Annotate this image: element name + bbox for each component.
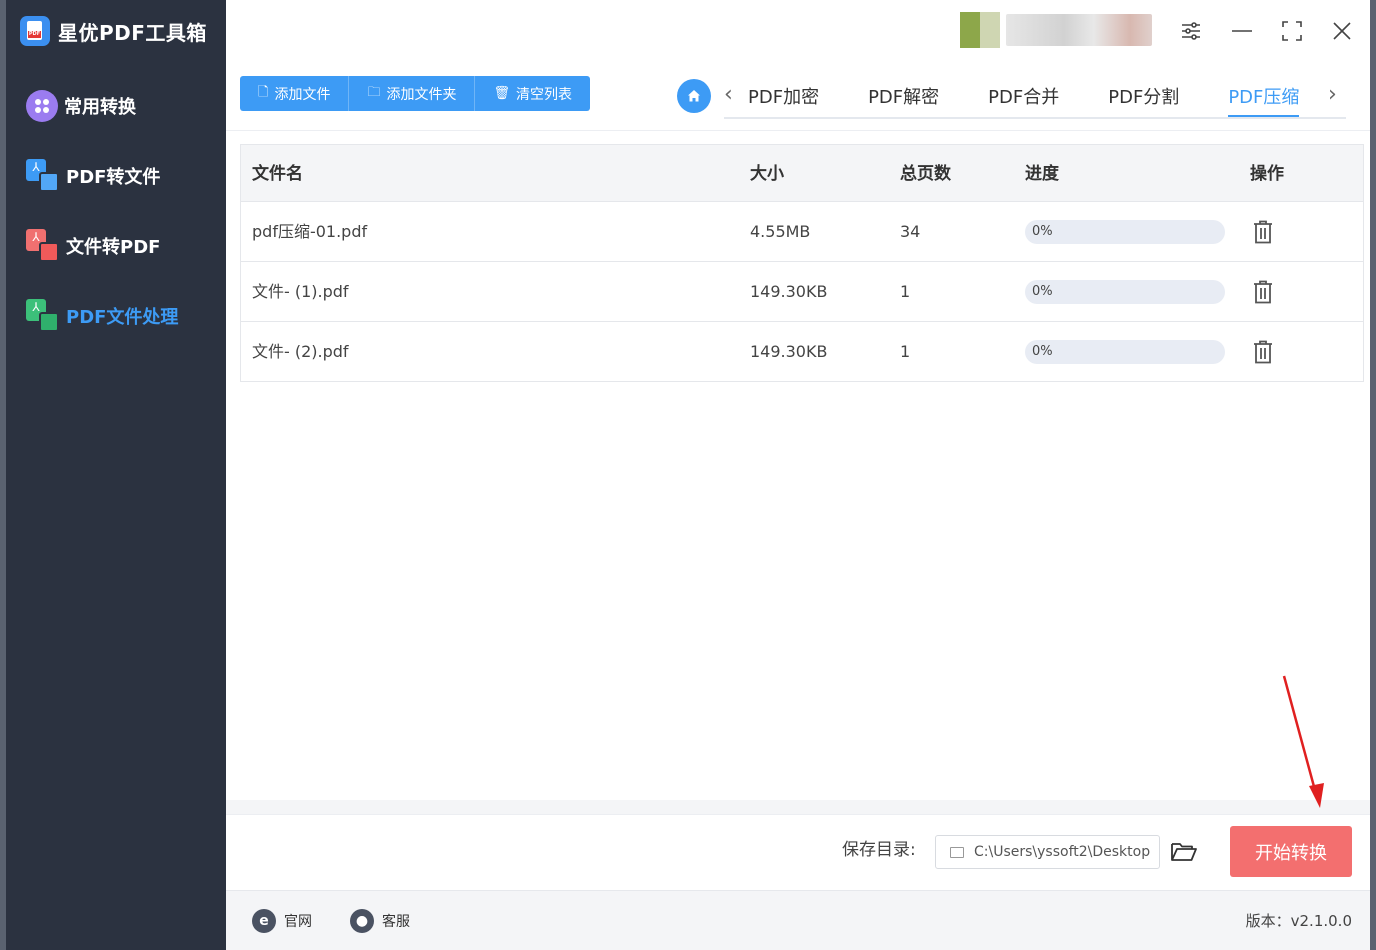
save-bar: 保存目录: C:\Users\yssoft2\Desktop 开始转换 [226,814,1370,890]
ie-browser-icon: e [252,909,276,933]
pdf-process-icon [26,299,60,333]
delete-icon[interactable] [1251,219,1275,245]
file-pages: 34 [900,222,921,241]
version-text: 版本：v2.1.0.0 [1245,912,1352,930]
delete-icon[interactable] [1251,339,1275,365]
tab-pdf-split[interactable]: PDF分割 [1108,80,1179,118]
table-row[interactable]: 文件- (1).pdf 149.30KB 1 0% [240,262,1364,322]
file-pages: 1 [900,342,911,361]
chevron-left-icon[interactable]: ‹ [724,82,733,107]
table-row[interactable]: 文件- (2).pdf 149.30KB 1 0% [240,322,1364,382]
tab-pdf-merge[interactable]: PDF合并 [988,80,1059,118]
close-icon[interactable] [1327,16,1357,46]
add-file-button[interactable]: 🗋 添加文件 [240,76,350,111]
progress-bar: 0% [1025,220,1225,244]
header-filename: 文件名 [252,164,303,184]
tab-pdf-compress[interactable]: PDF压缩 [1228,80,1300,118]
add-file-label: 添加文件 [274,86,331,103]
chevron-right-icon[interactable]: › [1328,82,1337,107]
brand: 星优PDF工具箱 [20,14,207,48]
pdf-to-file-icon [26,159,60,193]
header-pages: 总页数 [900,164,951,184]
username-blurred[interactable] [1006,14,1152,46]
add-folder-button[interactable]: 🗀 添加文件夹 [349,76,476,111]
sidebar-item-pdf-process[interactable]: PDF文件处理 [26,296,178,336]
save-path-input[interactable]: C:\Users\yssoft2\Desktop [935,835,1160,869]
sidebar-item-pdf-to-file[interactable]: PDF转文件 [26,156,160,196]
file-name: 文件- (1).pdf [252,282,349,301]
avatar[interactable] [960,12,1000,48]
save-path-text: C:\Users\yssoft2\Desktop [974,844,1151,860]
delete-icon[interactable] [1251,279,1275,305]
sidebar-item-common-convert[interactable]: 常用转换 [26,86,136,126]
file-name: 文件- (2).pdf [252,342,349,361]
save-dir-label: 保存目录: [842,840,916,860]
app-title: 星优PDF工具箱 [58,20,207,45]
website-label: 官网 [284,914,312,930]
file-toolbar: 🗋 添加文件 🗀 添加文件夹 🗑 清空列表 [240,76,590,111]
home-icon [688,90,700,102]
progress-bar: 0% [1025,340,1225,364]
home-button[interactable] [677,79,711,113]
file-table: 文件名 大小 总页数 进度 操作 pdf压缩-01.pdf 4.55MB 34 … [240,144,1364,800]
header-action: 操作 [1250,164,1284,184]
open-folder-icon[interactable] [1170,837,1198,865]
settings-sliders-icon[interactable] [1176,16,1206,46]
trash-icon: 🗑 [493,86,510,101]
grid-icon [26,90,58,122]
file-size: 149.30KB [750,342,828,361]
sidebar-item-label: PDF转文件 [66,167,161,188]
progress-text: 0% [1032,284,1053,299]
footer: e 官网 ● 客服 版本：v2.1.0.0 [226,890,1370,950]
progress-bar: 0% [1025,280,1225,304]
header-progress: 进度 [1025,164,1059,184]
folder-icon: 🗀 [367,84,381,100]
sidebar-item-label: PDF文件处理 [66,307,179,328]
start-convert-button[interactable]: 开始转换 [1230,826,1352,877]
divider [226,130,1370,131]
clear-list-button[interactable]: 🗑 清空列表 [475,76,590,111]
sidebar-item-label: 常用转换 [64,97,136,118]
sidebar: 星优PDF工具箱 常用转换 PDF转文件 文件转PDF [6,0,226,950]
separator-band [226,800,1370,814]
file-size: 4.55MB [750,222,811,241]
sidebar-item-label: 文件转PDF [66,237,161,258]
tab-pdf-decrypt[interactable]: PDF解密 [868,80,939,118]
file-icon: 🗋 [258,84,269,100]
app-logo-icon [20,16,50,46]
file-to-pdf-icon [26,229,60,263]
chat-bubble-icon: ● [350,909,374,933]
header-size: 大小 [750,164,784,184]
folder-small-icon [950,846,964,858]
sidebar-item-file-to-pdf[interactable]: 文件转PDF [26,226,160,266]
file-size: 149.30KB [750,282,828,301]
progress-text: 0% [1032,344,1053,359]
progress-text: 0% [1032,224,1053,239]
maximize-icon[interactable] [1277,16,1307,46]
tabs-underline [724,117,1346,119]
tab-pdf-encrypt[interactable]: PDF加密 [748,80,819,118]
tool-tabs: PDF加密 PDF解密 PDF合并 PDF分割 PDF压缩 [748,80,1348,118]
file-name: pdf压缩-01.pdf [252,222,368,241]
clear-list-label: 清空列表 [515,86,572,103]
add-folder-label: 添加文件夹 [386,86,457,103]
support-link[interactable]: ● 客服 [350,908,410,934]
table-row[interactable]: pdf压缩-01.pdf 4.55MB 34 0% [240,202,1364,262]
file-pages: 1 [900,282,911,301]
table-header: 文件名 大小 总页数 进度 操作 [240,144,1364,202]
app-window: 星优PDF工具箱 常用转换 PDF转文件 文件转PDF [6,0,1370,950]
minimize-icon[interactable] [1227,16,1257,46]
support-label: 客服 [382,914,410,930]
website-link[interactable]: e 官网 [252,908,312,934]
